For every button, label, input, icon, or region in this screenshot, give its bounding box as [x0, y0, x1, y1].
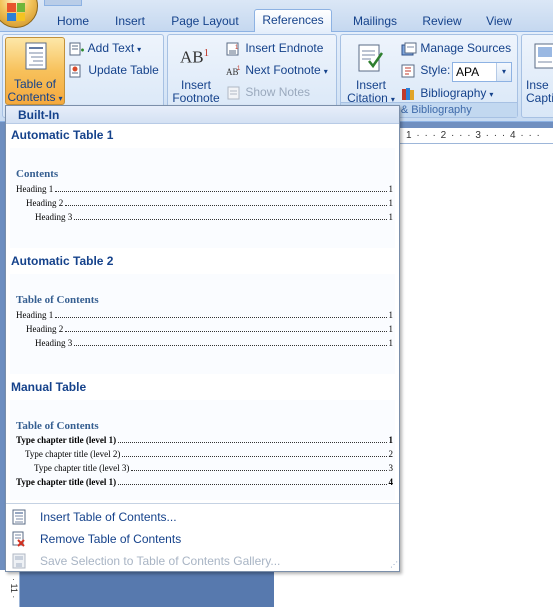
insert-toc-menu-item[interactable]: Insert Table of Contents...	[6, 506, 399, 528]
insert-citation-icon	[358, 44, 384, 72]
remove-toc-label: Remove Table of Contents	[40, 532, 182, 546]
footnote-superscript: 1	[203, 47, 210, 59]
insert-endnote-button[interactable]: 1 Insert Endnote	[226, 38, 323, 58]
insert-toc-icon	[12, 509, 26, 525]
preview-line: Heading 11	[16, 310, 393, 320]
tab-insert[interactable]: Insert	[106, 11, 154, 32]
manual-table-title: Manual Table	[11, 380, 87, 394]
gallery-menu: Insert Table of Contents... Remove Table…	[6, 503, 399, 571]
footnote-icon: AB1	[180, 47, 210, 67]
manage-sources-label: Manage Sources	[420, 41, 512, 55]
tab-mailings[interactable]: Mailings	[342, 11, 408, 32]
preview-line: Type chapter title (level 1) 4	[16, 477, 393, 487]
chevron-down-icon: ▾	[323, 67, 328, 76]
manage-sources-icon	[401, 42, 417, 56]
table-of-contents-button[interactable]: Table of Contents ▾	[5, 37, 65, 105]
toc-button-label-2: Contents ▾	[7, 90, 63, 104]
svg-text:1: 1	[237, 66, 241, 72]
preview-line: Heading 21	[26, 198, 393, 208]
next-footnote-button[interactable]: AB 1 Next Footnote ▾	[226, 60, 328, 80]
horizontal-ruler[interactable]: 1 · · · 2 · · · 3 · · · 4 · · ·	[398, 128, 553, 144]
preview-heading: Table of Contents	[16, 420, 99, 432]
tab-page-layout[interactable]: Page Layout	[164, 11, 246, 32]
show-notes-button[interactable]: Show Notes	[226, 82, 310, 102]
preview-line: Type chapter title (level 3) 3	[34, 463, 393, 473]
endnote-icon: 1	[226, 42, 239, 56]
chevron-down-icon: ▾	[137, 45, 142, 54]
quick-access-toolbar[interactable]	[44, 0, 82, 6]
citation-style-select[interactable]: APA ▾	[452, 62, 512, 82]
save-selection-menu-item[interactable]: Save Selection to Table of Contents Gall…	[6, 550, 399, 572]
preview-line: Heading 31	[35, 212, 393, 222]
gallery-section-header: Built-In	[6, 106, 399, 124]
document-background	[20, 570, 274, 607]
chevron-down-icon[interactable]: ▾	[496, 63, 511, 81]
insert-caption-icon	[534, 43, 553, 69]
preview-heading: Contents	[16, 168, 59, 180]
manage-sources-button[interactable]: Manage Sources	[401, 38, 511, 58]
insert-caption-button[interactable]: Inse Captio	[524, 37, 553, 105]
preview-line: Heading 21	[26, 324, 393, 334]
preview-line: Type chapter title (level 2) 2	[25, 449, 393, 459]
show-notes-icon	[227, 86, 240, 100]
preview-line: Heading 11	[16, 184, 393, 194]
update-table-label: Update Table	[88, 63, 159, 77]
show-notes-label: Show Notes	[245, 85, 311, 99]
tab-home[interactable]: Home	[50, 11, 96, 32]
insert-toc-label: Insert Table of Contents...	[40, 510, 177, 524]
footnote-glyph: AB	[180, 47, 204, 67]
manual-table-preview[interactable]: Table of Contents Type chapter title (le…	[10, 400, 395, 500]
insert-endnote-label: Insert Endnote	[245, 41, 324, 55]
captions-group: Inse Captio	[521, 34, 553, 118]
add-text-icon	[69, 42, 84, 56]
ribbon-tab-strip: Home Insert Page Layout References Maili…	[0, 0, 553, 33]
insert-caption-label-2: Captio	[526, 91, 553, 105]
office-logo-icon	[7, 3, 25, 21]
insert-footnote-label-2: Footnote	[172, 91, 220, 105]
next-footnote-label: Next Footnote	[245, 63, 321, 77]
office-button[interactable]	[0, 0, 38, 28]
resize-grip-icon[interactable]: ⋰	[388, 560, 398, 570]
update-table-icon	[69, 64, 81, 78]
save-selection-label: Save Selection to Table of Contents Gall…	[40, 554, 281, 568]
citation-style-value: APA	[456, 65, 480, 79]
insert-footnote-button[interactable]: AB1 Insert Footnote	[170, 37, 222, 105]
toc-gallery-dropdown: Built-In Automatic Table 1 Contents Head…	[5, 105, 400, 572]
chevron-down-icon: ▾	[58, 94, 63, 103]
style-icon	[401, 64, 415, 78]
automatic-table-2-preview[interactable]: Table of Contents Heading 11 Heading 21 …	[10, 274, 395, 374]
preview-heading: Table of Contents	[16, 294, 99, 306]
remove-toc-menu-item[interactable]: Remove Table of Contents	[6, 528, 399, 550]
style-label-group: Style:	[401, 60, 450, 80]
insert-citation-button[interactable]: Insert Citation ▾	[343, 37, 399, 105]
add-text-button[interactable]: Add Text ▾	[69, 38, 141, 58]
add-text-label: Add Text	[87, 41, 135, 55]
bibliography-icon	[402, 87, 414, 100]
tab-view[interactable]: View	[478, 11, 520, 32]
preview-line: Heading 31	[35, 338, 393, 348]
tab-references[interactable]: References	[254, 9, 332, 33]
toc-icon	[25, 42, 47, 70]
chevron-down-icon: ▾	[489, 90, 494, 99]
remove-toc-icon	[12, 531, 25, 547]
bibliography-button[interactable]: Bibliography ▾	[401, 83, 493, 103]
automatic-table-1-title: Automatic Table 1	[11, 128, 114, 142]
update-table-button[interactable]: Update Table	[69, 60, 159, 80]
automatic-table-1-preview[interactable]: Contents Heading 11 Heading 21 Heading 3…	[10, 148, 395, 248]
next-footnote-icon: AB 1	[226, 66, 241, 77]
automatic-table-2-title: Automatic Table 2	[11, 254, 114, 268]
preview-line: Type chapter title (level 1) 1	[16, 435, 393, 445]
save-selection-icon	[12, 553, 26, 569]
style-label: Style:	[420, 63, 451, 77]
bibliography-label: Bibliography	[420, 86, 487, 100]
vertical-ruler[interactable]: · 11 ·	[0, 570, 20, 607]
tab-review[interactable]: Review	[416, 11, 468, 32]
